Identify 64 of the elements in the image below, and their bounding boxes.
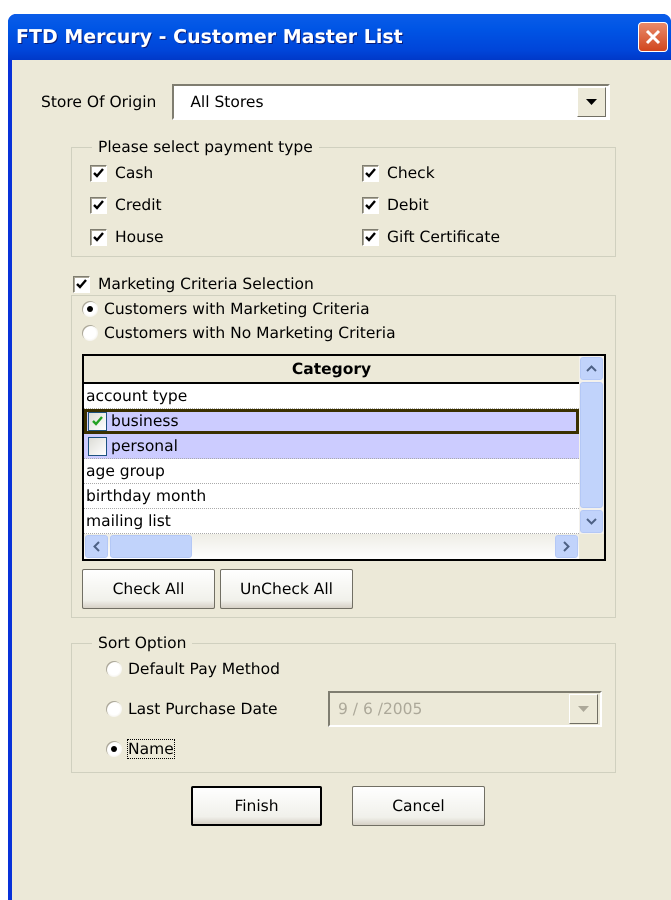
checkbox-label[interactable]: Gift Certificate (387, 228, 500, 246)
checkbox[interactable] (362, 164, 379, 182)
grid-button[interactable]: Check All (82, 569, 215, 609)
checkbox[interactable] (90, 164, 107, 182)
dialog-button[interactable]: Finish (191, 786, 322, 826)
grid-cell: account type (86, 387, 188, 405)
window-title: FTD Mercury - Customer Master List (16, 26, 403, 48)
checkbox[interactable] (362, 228, 379, 246)
radio-label[interactable]: Customers with No Marketing Criteria (104, 324, 396, 342)
checkbox[interactable] (88, 412, 107, 430)
store-label: Store Of Origin (41, 93, 156, 111)
checkbox-label[interactable]: Cash (115, 164, 154, 182)
group-title: Please select payment type (97, 138, 314, 156)
radio-label[interactable]: Last Purchase Date (128, 700, 322, 718)
scroll-right-icon[interactable] (555, 535, 578, 558)
grid-cell: mailing list (86, 512, 171, 530)
dropdown-arrow-icon (578, 706, 589, 712)
radio-button[interactable] (82, 301, 98, 317)
vertical-scrollbar[interactable] (579, 356, 604, 534)
close-button[interactable] (638, 22, 668, 52)
checkbox[interactable] (90, 196, 107, 214)
radio-button[interactable] (106, 661, 122, 677)
radio-button[interactable] (82, 325, 98, 341)
group-title: Sort Option (97, 634, 188, 652)
scroll-up-icon[interactable] (580, 357, 603, 380)
column-header: Category (84, 356, 579, 384)
checkbox-label[interactable]: Marketing Criteria Selection (98, 275, 314, 293)
radio-button[interactable] (106, 741, 122, 757)
checkmark-icon (93, 200, 104, 210)
checkbox[interactable] (73, 276, 90, 292)
checkbox[interactable] (362, 196, 379, 214)
grid-cell: age group (86, 462, 165, 480)
checkbox-label[interactable]: Debit (387, 196, 429, 214)
radio-button[interactable] (106, 701, 122, 717)
dropdown-arrow-icon (586, 99, 598, 105)
checkbox[interactable] (90, 228, 107, 246)
scroll-down-icon[interactable] (580, 510, 603, 533)
horizontal-scrollbar[interactable] (84, 534, 579, 559)
dialog-button[interactable]: Cancel (352, 786, 485, 826)
grid-cell: birthday month (86, 487, 206, 505)
radio-label[interactable]: Name (128, 740, 174, 758)
checkbox-label[interactable]: Check (387, 164, 435, 182)
radio-label[interactable]: Default Pay Method (128, 660, 280, 678)
checkbox-label[interactable]: Credit (115, 196, 162, 214)
scroll-left-icon[interactable] (85, 535, 108, 558)
scroll-thumb[interactable] (110, 535, 192, 558)
grid-button[interactable]: UnCheck All (220, 569, 353, 609)
grid-row[interactable]: personal (84, 434, 579, 459)
checkmark-icon (365, 200, 376, 210)
radio-label[interactable]: Customers with Marketing Criteria (104, 300, 370, 318)
grid-row[interactable]: business (84, 409, 579, 434)
checkmark-icon (365, 168, 376, 178)
store-dropdown[interactable]: All Stores (172, 84, 610, 120)
checkmark-icon (93, 168, 104, 178)
checkmark-icon (365, 232, 376, 242)
checkmark-icon (92, 416, 103, 426)
checkbox-label[interactable]: House (115, 228, 164, 246)
checkmark-icon (93, 232, 104, 242)
scroll-thumb[interactable] (580, 382, 603, 508)
checkbox[interactable] (88, 436, 107, 456)
grid-cell: personal (111, 437, 178, 455)
grid-cell: business (111, 412, 179, 430)
close-icon (644, 28, 662, 46)
checkmark-icon (76, 279, 87, 289)
